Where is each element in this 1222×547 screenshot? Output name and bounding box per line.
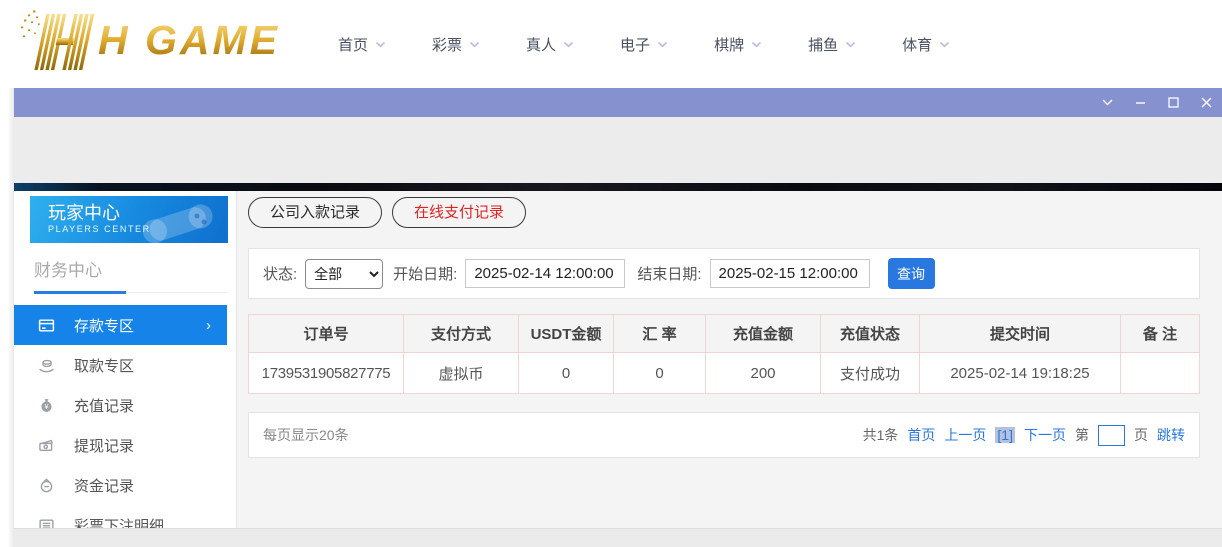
bank-card-icon [38, 317, 55, 334]
window-titlebar [14, 88, 1222, 117]
nav-item-home[interactable]: 首页 [338, 34, 386, 55]
close-icon [1201, 97, 1211, 108]
sidebar-item-funds-records[interactable]: 资金记录 [14, 465, 227, 505]
cell-submit-time: 2025-02-14 19:18:25 [919, 352, 1121, 394]
column-header-order-no: 订单号 [248, 314, 404, 353]
maximize-icon [1167, 97, 1179, 108]
window-controls [1099, 88, 1214, 117]
sidebar-item-recharge-records[interactable]: ¥ 充值记录 [14, 385, 227, 425]
chevron-right-icon: › [206, 316, 211, 334]
dark-divider-bar [14, 183, 1222, 191]
table-header-row: 订单号 支付方式 USDT金额 汇 率 充值金额 充值状态 提交时间 备 注 [248, 314, 1200, 353]
content-panel: 公司入款记录 在线支付记录 状态: 全部 开始日期: 结束日期: 查询 [237, 191, 1222, 528]
window-close-button[interactable] [1198, 95, 1214, 111]
hand-coin-icon [38, 357, 55, 374]
sidebar-item-withdraw-zone[interactable]: 取款专区 [14, 345, 227, 385]
left-gutter [0, 88, 14, 547]
pagination-bar: 每页显示20条 共1条 首页 上一页 [1] 下一页 第 页 跳转 [248, 412, 1200, 458]
jump-button[interactable]: 跳转 [1157, 425, 1185, 445]
page-size-text: 每页显示20条 [263, 427, 349, 443]
jump-prefix-label: 第 [1075, 427, 1089, 443]
nav-item-chess[interactable]: 棋牌 [714, 34, 762, 55]
chevron-down-icon [658, 41, 668, 47]
nav-item-lottery[interactable]: 彩票 [432, 34, 480, 55]
gamepad-icon [142, 204, 213, 243]
chevron-down-icon [563, 41, 574, 47]
record-tabs: 公司入款记录 在线支付记录 [248, 197, 1200, 228]
total-count-text: 共1条 [862, 427, 899, 443]
finance-center-heading: 财务中心 [34, 256, 228, 294]
cell-recharge-status: 支付成功 [820, 352, 920, 394]
table-row: 1739531905827775 虚拟币 0 0 200 支付成功 2025-0… [248, 352, 1200, 394]
spacer-band [14, 117, 1222, 183]
page-jump-input[interactable] [1098, 424, 1125, 446]
nav-item-live[interactable]: 真人 [526, 34, 574, 55]
site-header: H GAME 首页 彩票 真人 电子 棋牌 捕鱼 体育 [0, 0, 1222, 88]
current-page-indicator: [1] [995, 427, 1015, 443]
money-bag-icon: ¥ [38, 397, 55, 414]
logo-text: H GAME [98, 16, 280, 63]
chevron-down-icon [846, 41, 856, 47]
chevron-down-icon [1102, 99, 1112, 106]
column-header-remark: 备 注 [1120, 314, 1200, 353]
cell-exchange-rate: 0 [613, 352, 706, 394]
nav-item-slots[interactable]: 电子 [620, 34, 668, 55]
site-logo[interactable]: H GAME [16, 6, 280, 74]
end-date-label: 结束日期: [637, 266, 702, 283]
end-date-input[interactable] [709, 259, 870, 288]
window-collapse-button[interactable] [1099, 95, 1115, 111]
cell-usdt-amount: 0 [518, 352, 614, 394]
cell-order-no: 1739531905827775 [248, 352, 404, 394]
main-area: 玩家中心 PLAYERS CENTER 财务中心 存款专区 › 取款专区 ¥ 充… [14, 191, 1222, 535]
first-page-link[interactable]: 首页 [907, 425, 935, 445]
bottom-strip [14, 528, 1222, 547]
svg-text:¥: ¥ [45, 404, 49, 411]
query-button[interactable]: 查询 [887, 258, 935, 289]
start-date-input[interactable] [465, 259, 626, 288]
cell-payment-method: 虚拟币 [403, 352, 519, 394]
tab-online-payment-records[interactable]: 在线支付记录 [392, 197, 527, 228]
logo-h-mark-icon [21, 10, 95, 70]
column-header-recharge-status: 充值状态 [820, 314, 920, 353]
chevron-down-icon [940, 41, 950, 47]
next-page-link[interactable]: 下一页 [1024, 425, 1066, 445]
chevron-down-icon [375, 41, 386, 47]
sidebar-item-deposit-zone[interactable]: 存款专区 › [14, 305, 227, 345]
window-minimize-button[interactable] [1132, 95, 1148, 111]
main-nav: 首页 彩票 真人 电子 棋牌 捕鱼 体育 [338, 0, 950, 88]
cell-remark [1120, 352, 1200, 394]
prev-page-link[interactable]: 上一页 [944, 425, 986, 445]
banknote-icon [38, 437, 55, 454]
column-header-submit-time: 提交时间 [919, 314, 1121, 353]
status-select[interactable]: 全部 [305, 258, 384, 289]
chevron-down-icon [469, 41, 480, 47]
column-header-exchange-rate: 汇 率 [613, 314, 706, 353]
tab-company-deposit-records[interactable]: 公司入款记录 [248, 197, 383, 228]
pagination-controls: 共1条 首页 上一页 [1] 下一页 第 页 跳转 [862, 424, 1185, 446]
jump-suffix-label: 页 [1134, 427, 1148, 443]
filter-bar: 状态: 全部 开始日期: 结束日期: 查询 [248, 248, 1200, 299]
players-center-banner: 玩家中心 PLAYERS CENTER [30, 196, 228, 243]
chevron-down-icon [752, 41, 762, 47]
sidebar-menu: 存款专区 › 取款专区 ¥ 充值记录 提现记录 资金记录 彩票下注明细 [14, 305, 236, 545]
sidebar: 玩家中心 PLAYERS CENTER 财务中心 存款专区 › 取款专区 ¥ 充… [14, 191, 237, 535]
nav-item-sports[interactable]: 体育 [902, 34, 950, 55]
sidebar-item-withdrawal-records[interactable]: 提现记录 [14, 425, 227, 465]
orders-table: 订单号 支付方式 USDT金额 汇 率 充值金额 充值状态 提交时间 备 注 1… [248, 314, 1200, 394]
nav-item-fishing[interactable]: 捕鱼 [808, 34, 856, 55]
cell-recharge-amount: 200 [705, 352, 821, 394]
app-window: H GAME 首页 彩票 真人 电子 棋牌 捕鱼 体育 玩家中心 PLAYERS… [0, 0, 1222, 547]
start-date-label: 开始日期: [393, 266, 458, 283]
coin-purse-icon [38, 477, 55, 494]
column-header-payment-method: 支付方式 [403, 314, 519, 353]
window-maximize-button[interactable] [1165, 95, 1181, 111]
status-label: 状态: [263, 266, 298, 283]
column-header-recharge-amount: 充值金额 [705, 314, 821, 353]
column-header-usdt-amount: USDT金额 [518, 314, 614, 353]
minimize-icon [1135, 102, 1145, 104]
